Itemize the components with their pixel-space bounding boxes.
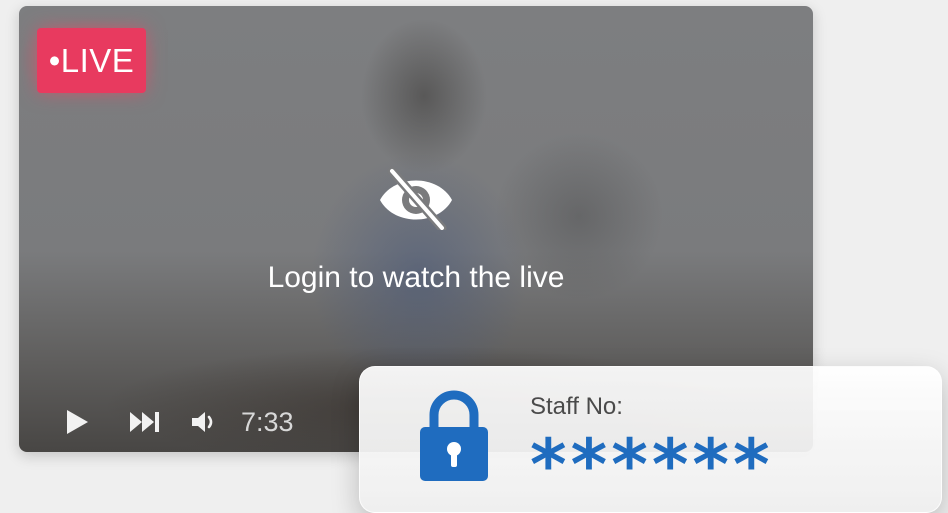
- staff-login-card[interactable]: Staff No: ******: [359, 366, 942, 513]
- skip-next-icon[interactable]: [129, 407, 161, 437]
- live-badge: •LIVE: [37, 28, 146, 93]
- eye-slash-icon: [376, 166, 456, 233]
- player-controls: 7:33: [63, 404, 294, 440]
- volume-icon[interactable]: [189, 407, 219, 437]
- staff-number-label: Staff No:: [530, 393, 623, 420]
- elapsed-time: 7:33: [241, 407, 294, 437]
- login-to-watch-message: Login to watch the live: [267, 261, 565, 294]
- play-icon[interactable]: [63, 407, 91, 437]
- lock-icon: [418, 389, 490, 483]
- staff-number-field[interactable]: ******: [530, 425, 774, 505]
